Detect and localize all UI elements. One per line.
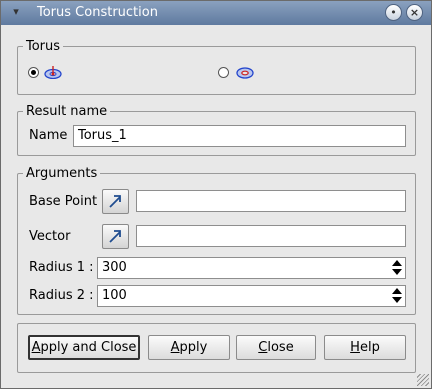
radius-1-spin-arrows[interactable] — [390, 258, 404, 278]
apply-and-close-button[interactable]: Apply and Close — [28, 335, 140, 360]
minimize-button[interactable]: • — [385, 4, 402, 21]
close-button[interactable]: Close — [236, 335, 316, 360]
help-label: elp — [359, 340, 380, 355]
radius-1-spinbox[interactable]: 300 — [97, 257, 406, 279]
name-field[interactable]: Torus_1 — [73, 125, 406, 147]
window-title: Torus Construction — [37, 5, 158, 20]
radius-2-label: Radius 2 : — [29, 288, 94, 303]
spin-down-icon[interactable] — [392, 297, 402, 303]
base-point-field[interactable] — [136, 190, 406, 212]
radius-1-label: Radius 1 : — [29, 260, 94, 275]
name-label: Name — [29, 128, 68, 143]
spin-up-icon[interactable] — [392, 288, 402, 294]
spin-up-icon[interactable] — [392, 260, 402, 266]
pin-icon[interactable]: ▾ — [9, 5, 23, 19]
minimize-icon: • — [390, 6, 397, 19]
vector-label: Vector — [29, 229, 71, 244]
radius-2-spinbox[interactable]: 100 — [97, 285, 406, 307]
close-mnemonic: C — [258, 340, 268, 355]
select-arrow-icon — [109, 195, 121, 208]
base-point-select-button[interactable] — [102, 189, 129, 214]
apply-mnemonic: A — [170, 340, 180, 355]
torus-option-2-radio[interactable] — [218, 67, 229, 78]
base-point-label: Base Point — [29, 194, 98, 209]
select-arrow-icon — [109, 230, 121, 243]
resize-grip[interactable] — [417, 374, 429, 386]
torus-icon[interactable] — [236, 65, 254, 79]
vector-field[interactable] — [136, 225, 406, 247]
close-label: lose — [267, 340, 294, 355]
vector-select-button[interactable] — [102, 224, 129, 249]
close-icon: × — [409, 6, 420, 19]
torus-option-1-radio[interactable] — [28, 67, 39, 78]
apply-and-close-label: pply and Close — [40, 340, 137, 355]
torus-construction-dialog: ▾ Torus Construction • × Torus Result na… — [0, 0, 432, 389]
apply-label: pply — [179, 340, 208, 355]
help-button[interactable]: Help — [324, 335, 406, 360]
radius-2-spin-arrows[interactable] — [390, 286, 404, 306]
arguments-legend: Arguments — [26, 166, 98, 181]
torus-group-legend: Torus — [26, 39, 61, 54]
torus-group: Torus — [17, 39, 416, 95]
result-name-legend: Result name — [26, 104, 108, 119]
spin-down-icon[interactable] — [392, 269, 402, 275]
apply-button[interactable]: Apply — [148, 335, 230, 360]
title-bar[interactable]: ▾ Torus Construction • × — [1, 1, 431, 25]
close-window-button[interactable]: × — [406, 4, 423, 21]
help-mnemonic: H — [350, 340, 360, 355]
torus-point-vector-icon[interactable] — [44, 65, 62, 79]
